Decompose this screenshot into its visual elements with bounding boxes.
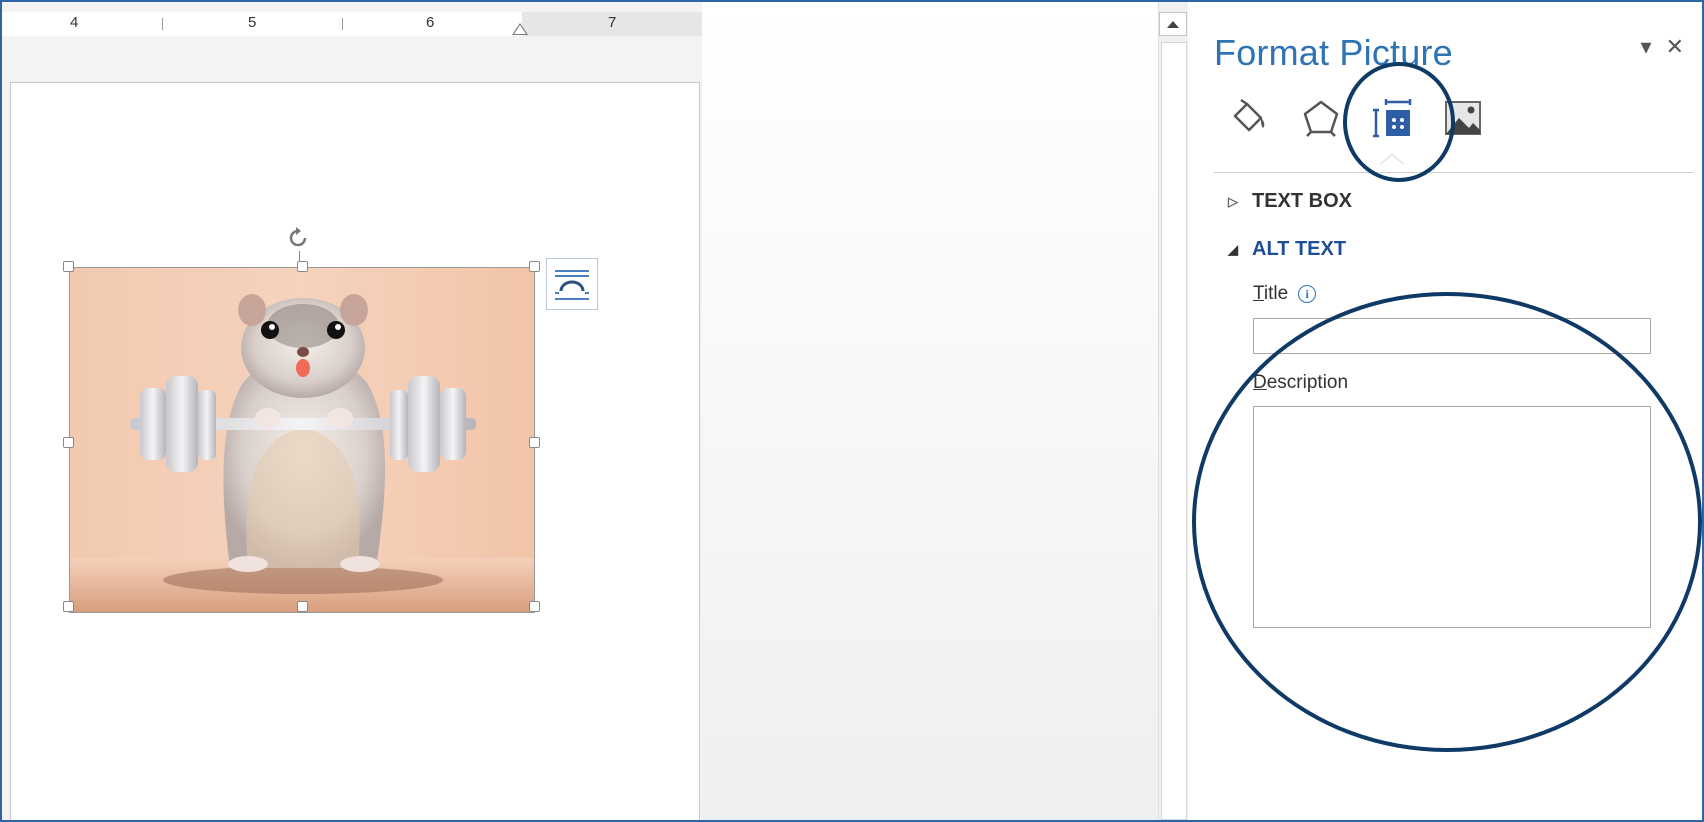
document-page[interactable] — [10, 82, 700, 820]
tab-effects[interactable] — [1292, 90, 1350, 146]
expanded-caret-icon: ◢ — [1228, 241, 1238, 257]
ruler-number: 7 — [608, 14, 617, 31]
section-text-box-label: TEXT BOX — [1252, 190, 1353, 212]
resize-handle-top[interactable] — [297, 261, 308, 272]
collapsed-caret-icon: ▷ — [1228, 193, 1238, 209]
resize-handle-top-left[interactable] — [63, 261, 74, 272]
resize-handle-bottom-right[interactable] — [529, 601, 540, 612]
annotation-circle-alt-text-fields — [1192, 292, 1702, 752]
format-picture-pane: Format Picture ▾ ✕ ▷ TEXT BOX ◢ ALT TEXT… — [1188, 2, 1702, 820]
title-label: Title i — [1253, 283, 1317, 305]
task-pane-options-icon[interactable]: ▾ — [1641, 36, 1652, 58]
close-icon[interactable]: ✕ — [1666, 36, 1684, 58]
document-area: 4 5 6 7 — [2, 2, 1158, 820]
section-alt-text-label: ALT TEXT — [1252, 238, 1347, 260]
ruler-dots — [268, 23, 328, 25]
document-background — [702, 2, 1158, 820]
resize-handle-top-right[interactable] — [529, 261, 540, 272]
ruler-tick — [162, 18, 163, 30]
ruler-tick — [342, 18, 343, 30]
scroll-thumb[interactable] — [1161, 42, 1187, 820]
triangle-up-icon — [1167, 21, 1179, 28]
ruler-dots — [446, 23, 506, 25]
resize-handle-right[interactable] — [529, 437, 540, 448]
ruler-number: 4 — [70, 14, 79, 31]
pentagon-icon — [1303, 100, 1339, 137]
selected-picture-container[interactable] — [61, 227, 540, 613]
layout-options-icon[interactable] — [546, 258, 598, 310]
horizontal-ruler[interactable]: 4 5 6 7 — [2, 12, 702, 36]
tab-fill-line[interactable] — [1220, 90, 1278, 146]
hamster-illustration — [70, 268, 534, 612]
ruler-dots — [90, 23, 150, 25]
rotate-handle-icon[interactable] — [285, 225, 311, 251]
ruler-number: 6 — [426, 14, 435, 31]
tab-divider — [1214, 172, 1694, 173]
ruler-dots — [628, 23, 688, 25]
section-alt-text[interactable]: ◢ ALT TEXT — [1228, 238, 1346, 261]
title-label-text: itle — [1263, 283, 1289, 304]
ruler-dots — [22, 23, 62, 25]
hamster-picture[interactable] — [69, 267, 535, 613]
paint-bucket-icon — [1233, 98, 1265, 132]
ruler-indent-marker[interactable] — [512, 23, 528, 35]
scroll-up-button[interactable] — [1159, 12, 1187, 36]
resize-handle-bottom[interactable] — [297, 601, 308, 612]
ruler-dots — [532, 23, 602, 25]
ruler-dots — [354, 23, 414, 25]
ruler-dots — [174, 23, 234, 25]
resize-handle-bottom-left[interactable] — [63, 601, 74, 612]
title-label-accelerator: T — [1253, 283, 1264, 304]
info-icon[interactable]: i — [1298, 285, 1317, 303]
rotate-connector — [299, 251, 300, 261]
ruler-number: 5 — [248, 14, 257, 31]
annotation-circle-tab — [1343, 62, 1455, 182]
pane-controls: ▾ ✕ — [1641, 36, 1684, 58]
resize-handle-left[interactable] — [63, 437, 74, 448]
section-text-box[interactable]: ▷ TEXT BOX — [1228, 190, 1352, 213]
